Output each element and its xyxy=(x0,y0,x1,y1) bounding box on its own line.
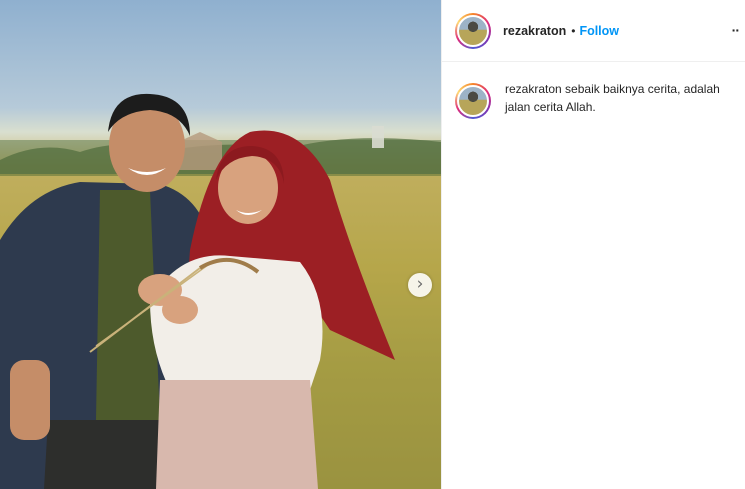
avatar-image xyxy=(457,14,489,47)
post-sidebar: rezakraton • Follow ·· rezakraton sebaik… xyxy=(441,0,745,489)
caption-username[interactable]: rezakraton xyxy=(505,82,562,96)
instagram-post: › rezakraton • Follow ·· rezakraton seba… xyxy=(0,0,745,489)
separator-dot: • xyxy=(571,23,576,38)
follow-button[interactable]: Follow xyxy=(579,24,619,38)
post-header: rezakraton • Follow ·· xyxy=(442,0,745,62)
post-photo[interactable]: › xyxy=(0,0,441,489)
photo-illustration xyxy=(0,93,441,489)
carousel-next-button[interactable]: › xyxy=(408,273,432,297)
avatar[interactable] xyxy=(455,12,491,49)
more-options-icon[interactable]: ·· xyxy=(732,22,740,38)
avatar-image xyxy=(457,85,489,117)
username-link[interactable]: rezakraton xyxy=(503,24,566,38)
caption-row: rezakraton sebaik baiknya cerita, adalah… xyxy=(442,62,745,119)
chevron-right-icon: › xyxy=(416,273,424,294)
caption-avatar[interactable] xyxy=(455,83,491,119)
post-caption: rezakraton sebaik baiknya cerita, adalah… xyxy=(505,80,720,119)
